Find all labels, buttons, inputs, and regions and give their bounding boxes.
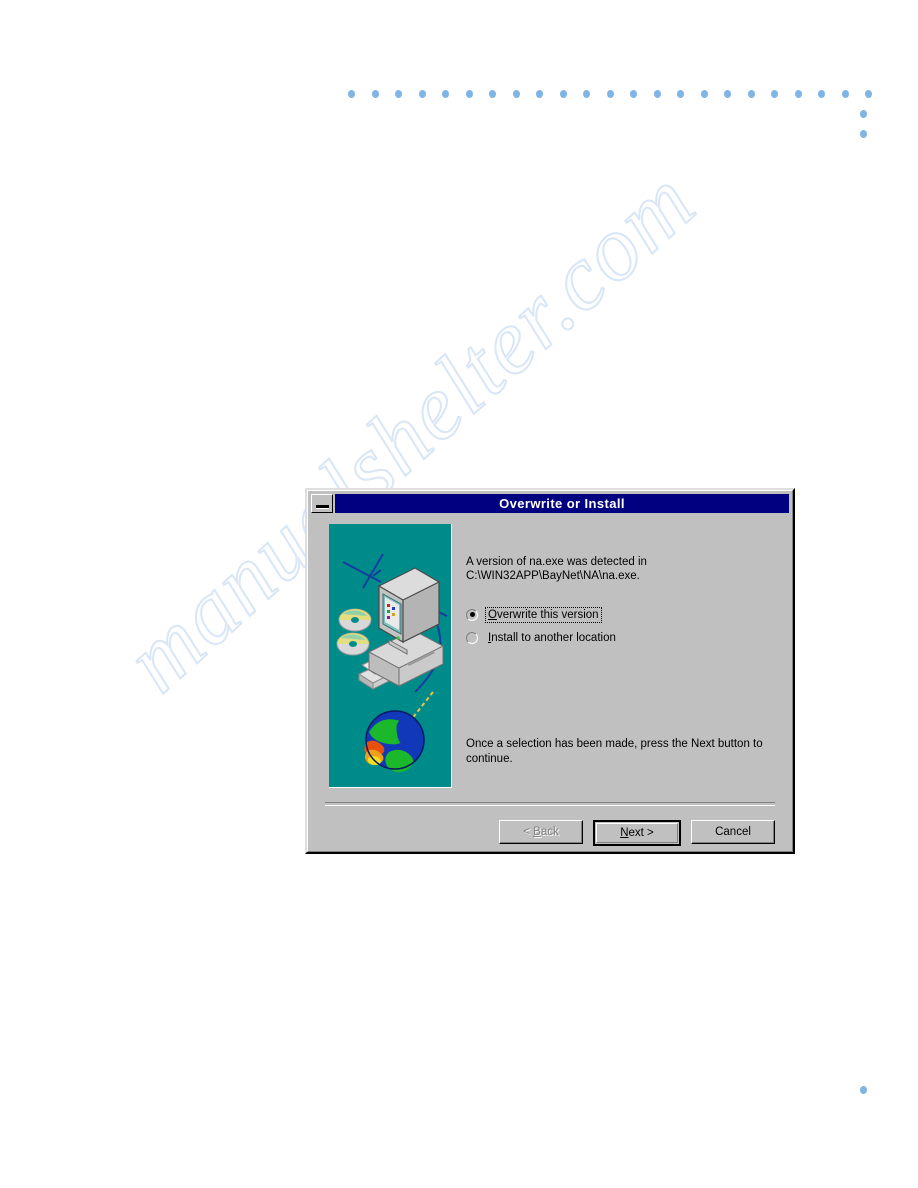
decorative-dot [818,90,825,98]
option-group: Overwrite this version Install to anothe… [466,605,766,651]
button-bar-separator [325,802,775,806]
next-button-accel: N [620,827,629,839]
option-overwrite-label[interactable]: Overwrite this version [485,606,602,623]
installer-dialog: Overwrite or Install A version of na.exe… [305,488,795,854]
option-install-rest: nstall to another location [491,631,616,644]
decorative-dot [559,90,567,98]
decorative-dot-row [348,90,872,100]
option-overwrite-accel: O [488,608,497,621]
decorative-dot [700,90,708,98]
decorative-dot [395,90,402,98]
message-line-1: A version of na.exe was detected in [466,556,647,568]
back-button-rest: ack [540,826,559,838]
decorative-dot [860,110,867,118]
decorative-dot [512,90,520,98]
back-button-accel: B [533,826,541,838]
decorative-dot [348,90,355,98]
next-button-label: Next > [620,827,654,839]
minimize-glyph [315,505,329,509]
decorative-dot [860,130,867,138]
decorative-dot [747,90,755,98]
back-button-label: < Back [523,826,559,838]
cancel-button-label: Cancel [715,826,751,838]
message-line-2: C:\WIN32APP\BayNet\NA\na.exe. [466,570,640,582]
detection-message: A version of na.exe was detected in C:\W… [466,555,766,583]
instruction-message: Once a selection has been made, press th… [466,738,763,765]
dialog-content: A version of na.exe was detected in C:\W… [311,517,789,848]
decorative-dot [371,90,379,98]
illustration-artwork [329,524,451,787]
minimize-icon[interactable] [311,494,333,513]
next-button-suffix: > [643,827,654,839]
decorative-dot [418,90,426,98]
dialog-button-bar: < Back Next > Cancel [499,820,775,846]
decorative-dot [465,90,473,98]
option-install-elsewhere-label[interactable]: Install to another location [486,631,618,645]
title-strip: Overwrite or Install [335,494,789,513]
decorative-dot [630,90,637,98]
dialog-title-bar: Overwrite or Install [311,494,789,513]
dialog-title: Overwrite or Install [499,496,625,511]
radio-overwrite-icon[interactable] [466,608,478,621]
option-install-elsewhere[interactable]: Install to another location [466,628,766,647]
next-button-rest: ext [628,827,644,839]
decorative-dot [442,90,449,98]
back-button[interactable]: < Back [499,820,583,844]
decorative-dot [583,90,590,98]
back-button-prefix: < [523,826,534,838]
next-button[interactable]: Next > [593,820,681,846]
decorative-dot [771,90,778,98]
decorative-dot [794,90,802,98]
dialog-inner-frame: Overwrite or Install A version of na.exe… [307,490,793,852]
installer-illustration [329,524,452,788]
decorative-dot [489,90,496,98]
decorative-dot [536,90,543,98]
decorative-dot [677,90,684,98]
decorative-dot [865,90,872,98]
next-button-face: Next > [596,823,678,843]
decorative-dot [724,90,731,98]
cancel-button[interactable]: Cancel [691,820,775,844]
option-overwrite-rest: verwrite this version [496,608,599,621]
decorative-dot [653,90,661,98]
decorative-corner-dot [860,1086,867,1094]
decorative-dot [841,90,849,98]
radio-install-elsewhere-icon[interactable] [466,631,478,644]
decorative-dot [606,90,614,98]
decorative-dot-column [860,110,870,150]
option-overwrite[interactable]: Overwrite this version [466,605,766,624]
